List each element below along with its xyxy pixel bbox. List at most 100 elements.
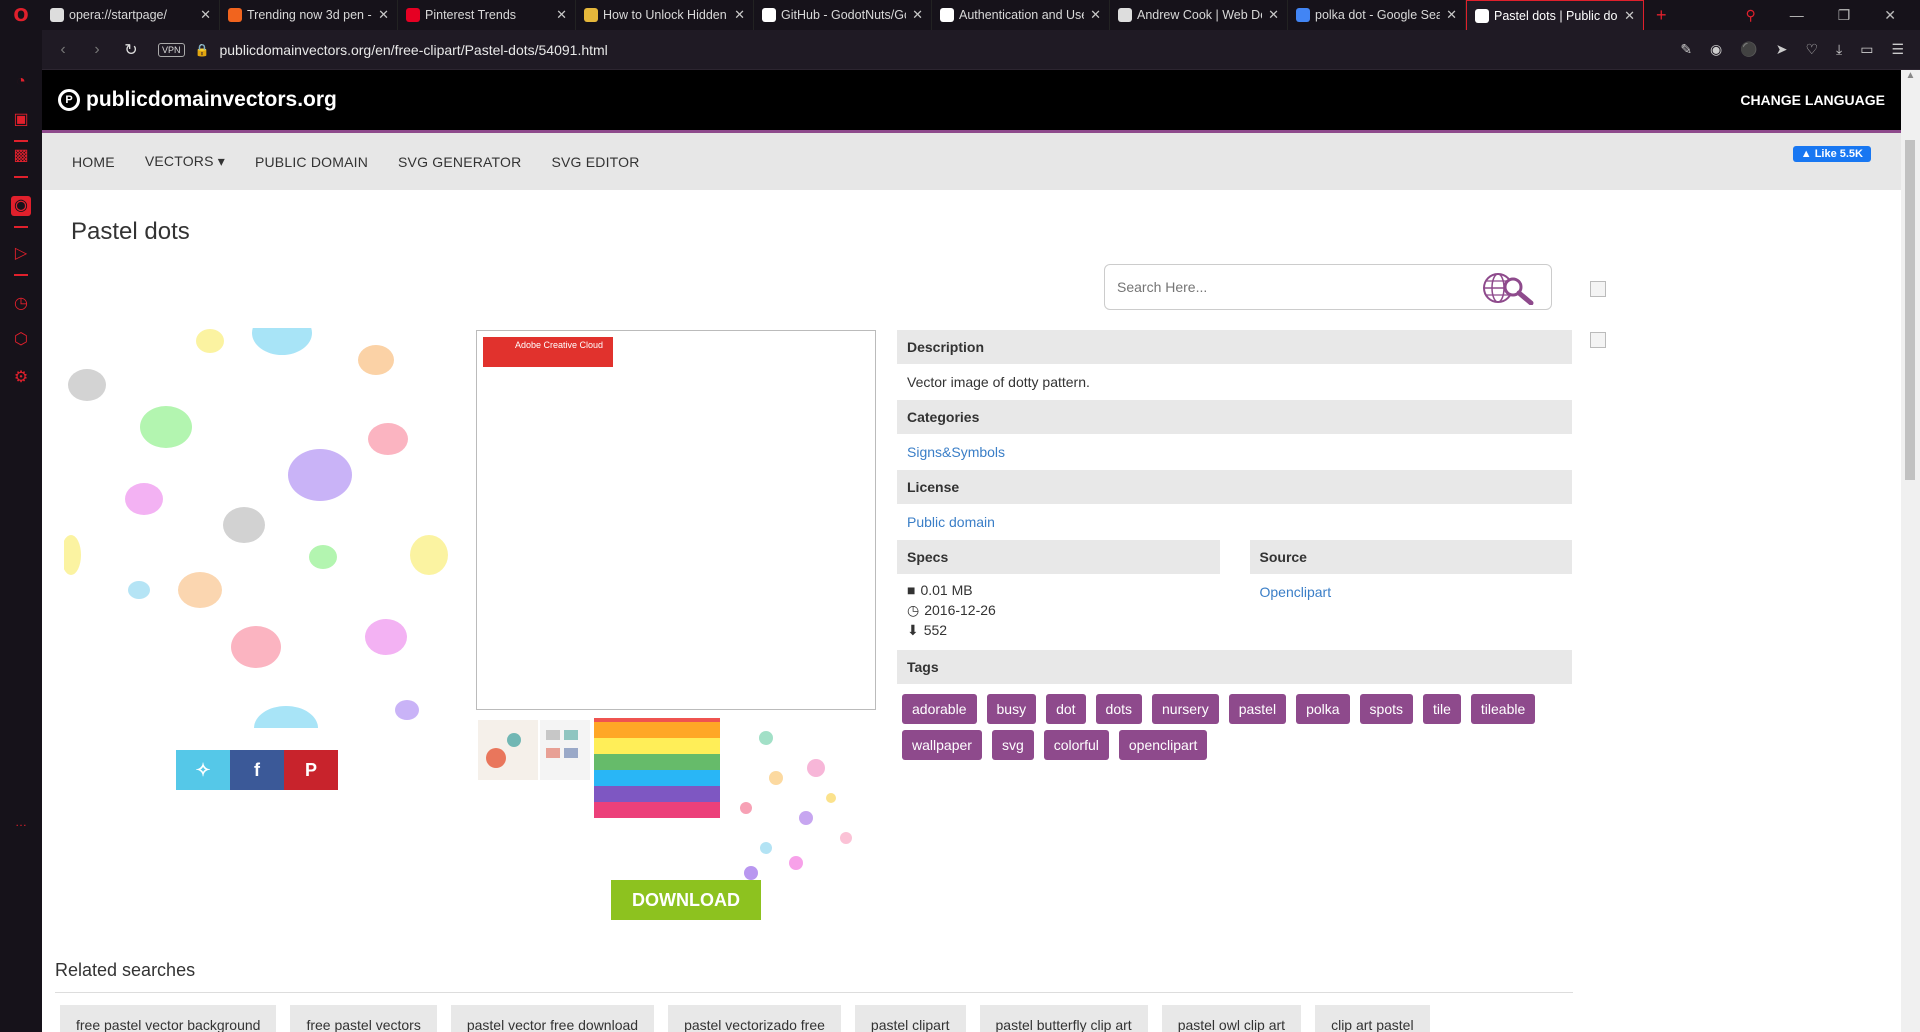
browser-tab[interactable]: Pastel dots | Public dom ✕: [1466, 0, 1644, 30]
tab-close-icon[interactable]: ✕: [734, 7, 745, 23]
related-search-chip[interactable]: pastel clipart: [854, 1005, 966, 1032]
speed-dial-icon[interactable]: ◔: [11, 72, 31, 92]
tab-close-icon[interactable]: ✕: [378, 7, 389, 23]
nav-item-public-domain[interactable]: PUBLIC DOMAIN: [255, 154, 368, 170]
related-search-chip[interactable]: pastel vectorizado free: [668, 1005, 841, 1032]
nav-item-svg-editor[interactable]: SVG EDITOR: [551, 154, 639, 170]
tab-close-icon[interactable]: ✕: [556, 7, 567, 23]
tab-close-icon[interactable]: ✕: [1268, 7, 1279, 23]
tab-close-icon[interactable]: ✕: [200, 7, 211, 23]
url-field[interactable]: publicdomainvectors.org/en/free-clipart/…: [219, 42, 607, 58]
edit-icon[interactable]: ✎: [1680, 41, 1692, 58]
minimize-button[interactable]: —: [1790, 7, 1804, 24]
workspaces-icon[interactable]: ▣: [11, 110, 31, 130]
scroll-up-arrow-icon[interactable]: ▲: [1901, 70, 1920, 88]
camera-icon[interactable]: ◉: [1710, 41, 1722, 58]
tag-busy[interactable]: busy: [986, 694, 1037, 724]
tab-close-icon[interactable]: ✕: [1090, 7, 1101, 23]
source-link[interactable]: Openclipart: [1260, 584, 1332, 600]
license-link[interactable]: Public domain: [907, 514, 995, 530]
page-scrollbar[interactable]: ▲: [1901, 70, 1920, 1032]
opera-sidebar: ◔ ▣ ▩ ◉ ▷ ◷ ⬡ ⚙ …: [0, 30, 42, 1032]
tag-openclipart[interactable]: openclipart: [1118, 730, 1208, 760]
tag-svg[interactable]: svg: [991, 730, 1034, 760]
new-tab-button[interactable]: +: [1644, 5, 1679, 26]
ad-thumbnail-strip[interactable]: [476, 718, 876, 898]
advertisement-banner[interactable]: Adobe Creative Cloud: [476, 330, 876, 710]
tag-dots[interactable]: dots: [1095, 694, 1143, 724]
discord-icon[interactable]: ◉: [11, 196, 31, 216]
change-language-link[interactable]: CHANGE LANGUAGE: [1740, 92, 1885, 108]
opera-logo-icon[interactable]: O: [0, 0, 42, 30]
history-icon[interactable]: ◷: [11, 294, 31, 314]
source-heading: Source: [1249, 540, 1572, 574]
settings-gear-icon[interactable]: ⚙: [11, 368, 31, 388]
related-search-chip[interactable]: free pastel vectors: [290, 1005, 437, 1032]
extensions-icon[interactable]: ⬡: [11, 330, 31, 350]
nav-item-vectors[interactable]: VECTORS ▾: [145, 153, 225, 170]
tag-dot[interactable]: dot: [1046, 694, 1086, 724]
back-button[interactable]: ‹: [50, 41, 76, 59]
pinterest-share-button[interactable]: P: [284, 750, 338, 790]
ad-pattern-collage: [481, 379, 875, 706]
forward-button[interactable]: ›: [84, 41, 110, 59]
menu-icon[interactable]: ☰: [1891, 41, 1904, 58]
category-link[interactable]: Signs&Symbols: [907, 444, 1005, 460]
tag-tile[interactable]: tile: [1423, 694, 1461, 724]
send-icon[interactable]: ➤: [1776, 41, 1788, 58]
browser-tab[interactable]: Trending now 3d pen - ✕: [220, 0, 398, 30]
heart-icon[interactable]: ♡: [1805, 41, 1818, 58]
browser-tab[interactable]: GitHub - GodotNuts/Gc ✕: [754, 0, 932, 30]
globe-search-icon[interactable]: [1481, 271, 1539, 305]
tag-nursery[interactable]: nursery: [1152, 694, 1219, 724]
tag-wallpaper[interactable]: wallpaper: [902, 730, 982, 760]
tag-tileable[interactable]: tileable: [1470, 694, 1536, 724]
tab-title: Andrew Cook | Web De: [1137, 8, 1263, 22]
search-tabs-icon[interactable]: ⚲: [1745, 7, 1755, 24]
twitter-share-button[interactable]: ✧: [176, 750, 230, 790]
reload-button[interactable]: ↻: [118, 40, 144, 60]
browser-tab[interactable]: How to Unlock Hidden ✕: [576, 0, 754, 30]
tag-pastel[interactable]: pastel: [1228, 694, 1287, 724]
tab-close-icon[interactable]: ✕: [912, 7, 923, 23]
adblock-shield-icon[interactable]: ⚫: [1740, 41, 1757, 58]
download-icon[interactable]: ⤓: [1836, 41, 1842, 58]
lock-icon[interactable]: 🔒: [195, 43, 210, 57]
sidebar-divider: [14, 176, 28, 178]
related-search-chip[interactable]: clip art pastel: [1315, 1005, 1430, 1032]
scrollbar-thumb[interactable]: [1905, 140, 1915, 480]
facebook-share-button[interactable]: f: [230, 750, 284, 790]
vector-preview-image[interactable]: [64, 328, 448, 728]
related-search-chip[interactable]: free pastel vector background: [60, 1005, 277, 1032]
more-icon[interactable]: …: [11, 812, 31, 832]
vpn-badge[interactable]: VPN: [158, 42, 185, 57]
main-navigation: HOME VECTORS ▾ PUBLIC DOMAIN SVG GENERATOR S…: [42, 133, 1901, 190]
player-icon[interactable]: ▷: [11, 244, 31, 264]
nav-item-home[interactable]: HOME: [72, 154, 115, 170]
nav-item-svg-generator[interactable]: SVG GENERATOR: [398, 154, 521, 170]
related-search-chip[interactable]: pastel owl clip art: [1161, 1005, 1302, 1032]
facebook-like-button[interactable]: ▲ Like 5.5K: [1792, 146, 1871, 162]
search-input[interactable]: [1117, 279, 1477, 295]
battery-icon[interactable]: ▭: [1860, 41, 1873, 58]
tag-colorful[interactable]: colorful: [1043, 730, 1109, 760]
twitch-icon[interactable]: ▩: [11, 146, 31, 166]
browser-tab[interactable]: Pinterest Trends ✕: [398, 0, 576, 30]
tag-spots[interactable]: spots: [1359, 694, 1413, 724]
browser-tab[interactable]: Authentication and Use ✕: [932, 0, 1110, 30]
browser-tab[interactable]: Andrew Cook | Web De ✕: [1110, 0, 1288, 30]
tab-close-icon[interactable]: ✕: [1624, 8, 1635, 24]
restore-button[interactable]: ❐: [1838, 7, 1851, 24]
close-window-button[interactable]: ✕: [1884, 7, 1896, 24]
related-search-chip[interactable]: pastel vector free download: [450, 1005, 655, 1032]
search-box[interactable]: [1104, 264, 1552, 310]
browser-tab[interactable]: opera://startpage/ ✕: [42, 0, 220, 30]
tag-polka[interactable]: polka: [1296, 694, 1350, 724]
google-icon: [1296, 8, 1310, 22]
download-button[interactable]: DOWNLOAD: [611, 880, 761, 920]
tag-adorable[interactable]: adorable: [902, 694, 977, 724]
site-logo[interactable]: P publicdomainvectors.org: [58, 88, 337, 112]
tab-close-icon[interactable]: ✕: [1446, 7, 1457, 23]
browser-tab[interactable]: polka dot - Google Sea ✕: [1288, 0, 1466, 30]
related-search-chip[interactable]: pastel butterfly clip art: [979, 1005, 1148, 1032]
